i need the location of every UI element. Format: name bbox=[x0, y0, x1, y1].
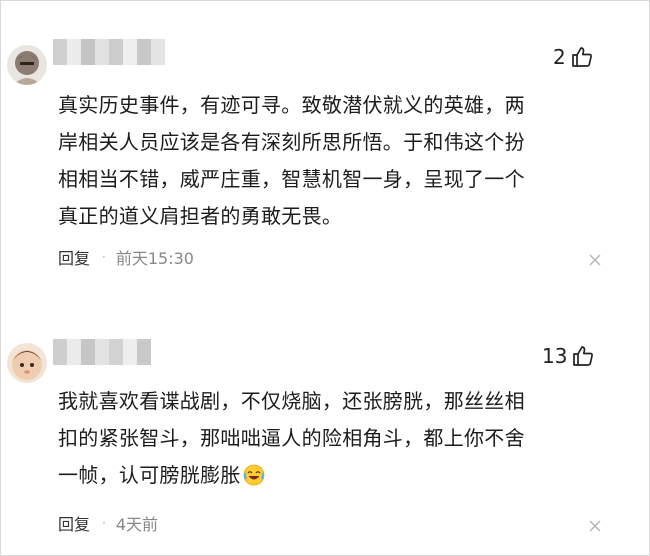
thumbs-up-icon bbox=[573, 346, 594, 366]
comment-text: 真实历史事件，有迹可寻。致敬潜伏就义的英雄，两 岸相关人员应该是各有深刻所思所悟… bbox=[58, 87, 525, 235]
comment-timestamp: 前天15:30 bbox=[115, 249, 194, 268]
comment-panel: 2 真实历史事件，有迹可寻。致敬潜伏就义的英雄，两 岸相关人员应该是各有深刻所思… bbox=[0, 0, 650, 556]
close-icon[interactable] bbox=[589, 254, 601, 266]
reply-button[interactable]: 回复 bbox=[58, 245, 90, 269]
laughing-crying-emoji-icon bbox=[243, 464, 265, 486]
thumbs-up-icon bbox=[571, 47, 592, 67]
username-blurred[interactable] bbox=[53, 39, 165, 65]
like-button[interactable]: 2 bbox=[553, 45, 594, 69]
like-button[interactable]: 13 bbox=[542, 344, 595, 368]
comment-line: 真实历史事件，有迹可寻。致敬潜伏就义的英雄，两 bbox=[58, 93, 525, 117]
comment-text: 我就喜欢看谍战剧，不仅烧脑，还张膀胱，那丝丝相 扣的紧张智斗，那咄咄逼人的险相角… bbox=[58, 383, 525, 494]
avatar[interactable] bbox=[7, 343, 47, 383]
close-icon[interactable] bbox=[589, 520, 601, 532]
comment-line-text: 一帧，认可膀胱膨胀 bbox=[58, 463, 241, 487]
comment-line: 我就喜欢看谍战剧，不仅烧脑，还张膀胱，那丝丝相 bbox=[58, 389, 525, 413]
like-count: 13 bbox=[542, 344, 568, 368]
reply-button[interactable]: 回复 bbox=[58, 511, 90, 535]
comment-line: 扣的紧张智斗，那咄咄逼人的险相角斗，都上你不舍 bbox=[58, 426, 525, 450]
comment-line: 一帧，认可膀胱膨胀 bbox=[58, 457, 525, 494]
comment-line: 相相当不错，威严庄重，智慧机智一身，呈现了一个 bbox=[58, 167, 525, 191]
comment-meta: 回复 · 前天15:30 bbox=[58, 245, 194, 269]
avatar[interactable] bbox=[7, 45, 47, 85]
comment-meta: 回复 · 4天前 bbox=[58, 511, 158, 535]
avatar-image bbox=[7, 343, 47, 383]
comment-timestamp: 4天前 bbox=[115, 515, 159, 534]
username-blurred[interactable] bbox=[53, 339, 151, 365]
meta-separator: · bbox=[102, 250, 106, 264]
comment-line: 真正的道义肩担者的勇敢无畏。 bbox=[58, 204, 343, 228]
like-count: 2 bbox=[553, 45, 566, 69]
avatar-image bbox=[7, 45, 47, 85]
meta-separator: · bbox=[102, 516, 106, 530]
comment-line: 岸相关人员应该是各有深刻所思所悟。于和伟这个扮 bbox=[58, 130, 525, 154]
